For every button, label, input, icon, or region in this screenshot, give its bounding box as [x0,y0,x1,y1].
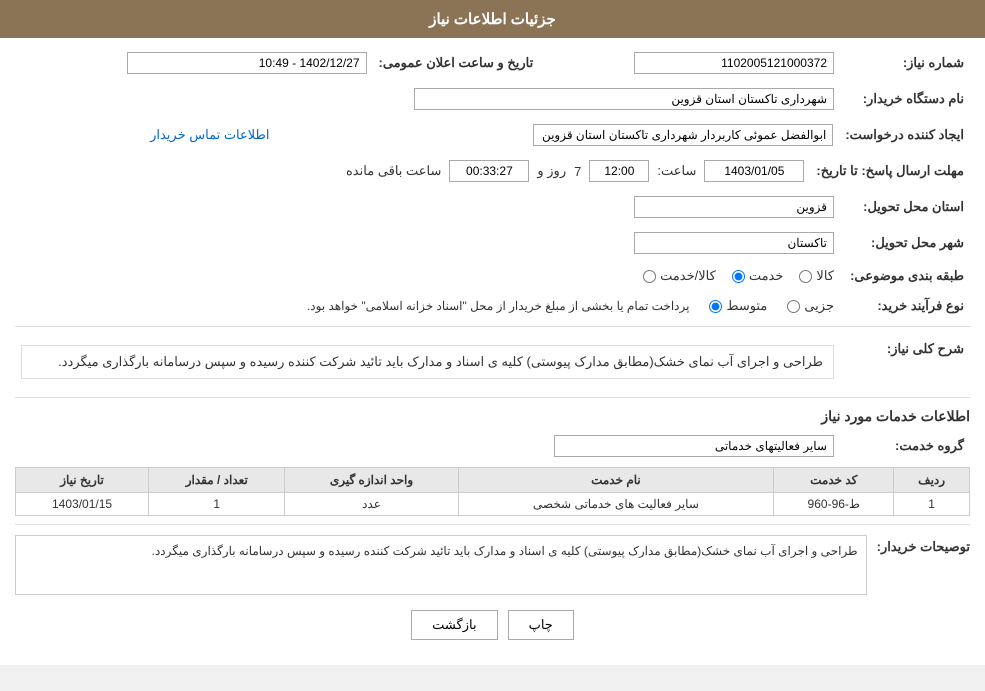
deadline-date-input[interactable] [704,160,804,182]
announcement-input[interactable] [127,52,367,74]
category-goods-text: کالا [816,268,834,284]
category-service-label[interactable]: خدمت [732,268,784,284]
deadline-remaining-label: ساعت باقی مانده [346,163,441,179]
type-medium-label[interactable]: متوسط [709,298,767,314]
buyer-notes-row: توصیحات خریدار: طراحی و اجرای آب نمای خش… [15,535,970,595]
deadline-table: مهلت ارسال پاسخ: تا تاریخ: ساعت: 7 روز و… [15,156,970,186]
type-medium-radio[interactable] [709,300,722,313]
category-goods-service-radio[interactable] [643,270,656,283]
main-content: شماره نیاز: تاریخ و ساعت اعلان عمومی: نا… [0,38,985,665]
page-header: جزئیات اطلاعات نیاز [0,0,985,38]
need-number-cell [539,48,840,78]
description-table: شرح کلی نیاز: طراحی و اجرای آب نمای خشک(… [15,335,970,389]
type-partial-label[interactable]: جزیی [787,298,834,314]
province-label: استان محل تحویل: [840,192,970,222]
deadline-row: ساعت: 7 روز و ساعت باقی مانده [21,160,804,182]
description-box: طراحی و اجرای آب نمای خشک(مطابق مدارک پی… [21,345,834,379]
back-button[interactable]: بازگشت [411,610,497,640]
deadline-days-label: روز و [537,163,566,179]
type-partial-radio[interactable] [787,300,800,313]
creator-cell [280,120,840,150]
cell-unit: عدد [285,493,458,516]
cell-code: ط-96-960 [774,493,894,516]
type-partial-text: جزیی [804,298,834,314]
type-note-text: پرداخت تمام یا بخشی از مبلغ خریدار از مح… [307,299,690,313]
deadline-time-input[interactable] [589,160,649,182]
separator-2 [15,397,970,398]
description-cell: طراحی و اجرای آب نمای خشک(مطابق مدارک پی… [15,335,840,389]
need-number-input[interactable] [634,52,834,74]
buyer-notes-section: توصیحات خریدار: طراحی و اجرای آب نمای خش… [15,535,970,595]
category-label: طبقه بندی موضوعی: [840,264,970,288]
contact-link[interactable]: اطلاعات تماس خریدار [150,127,269,142]
col-header-name: نام خدمت [458,468,774,493]
description-text: طراحی و اجرای آب نمای خشک(مطابق مدارک پی… [58,354,823,369]
col-header-count: تعداد / مقدار [149,468,285,493]
buyer-org-table: نام دستگاه خریدار: [15,84,970,114]
deadline-days-val: 7 [574,164,581,179]
category-service-radio[interactable] [732,270,745,283]
service-group-table: گروه خدمت: [15,431,970,461]
buyer-org-input[interactable] [414,88,834,110]
category-goods-service-label[interactable]: کالا/خدمت [643,268,716,284]
type-cell: جزیی متوسط پرداخت تمام یا بخشی از مبلغ خ… [15,294,840,318]
province-table: استان محل تحویل: [15,192,970,222]
service-group-input[interactable] [554,435,834,457]
city-cell [99,228,840,258]
creator-input[interactable] [533,124,833,146]
services-data-table: ردیف کد خدمت نام خدمت واحد اندازه گیری ت… [15,467,970,516]
buttons-row: بازگشت چاپ [15,610,970,640]
creator-label: ایجاد کننده درخواست: [839,120,970,150]
type-row: جزیی متوسط پرداخت تمام یا بخشی از مبلغ خ… [21,298,834,314]
separator-1 [15,326,970,327]
announcement-cell [15,48,373,78]
cell-row: 1 [894,493,970,516]
city-label: شهر محل تحویل: [840,228,970,258]
type-label: نوع فرآیند خرید: [840,294,970,318]
buyer-notes-text: طراحی و اجرای آب نمای خشک(مطابق مدارک پی… [152,544,858,558]
province-input[interactable] [634,196,834,218]
col-header-row: ردیف [894,468,970,493]
page-title: جزئیات اطلاعات نیاز [429,11,556,28]
deadline-remaining-input[interactable] [449,160,529,182]
category-cell: کالا خدمت کالا/خدمت [15,264,840,288]
category-goods-label[interactable]: کالا [799,268,834,284]
description-label: شرح کلی نیاز: [840,335,970,389]
type-table: نوع فرآیند خرید: جزیی متوسط پرداخت تمام … [15,294,970,318]
announcement-label: تاریخ و ساعت اعلان عمومی: [373,48,540,78]
city-input[interactable] [634,232,834,254]
cell-name: سایر فعالیت های خدماتی شخصی [458,493,774,516]
province-cell [99,192,840,222]
category-goods-service-text: کالا/خدمت [660,268,716,284]
city-table: شهر محل تحویل: [15,228,970,258]
table-row: 1ط-96-960سایر فعالیت های خدماتی شخصیعدد1… [16,493,970,516]
need-number-label: شماره نیاز: [840,48,970,78]
col-header-code: کد خدمت [774,468,894,493]
cell-count: 1 [149,493,285,516]
deadline-time-label: ساعت: [657,163,696,179]
buyer-org-label: نام دستگاه خریدار: [840,84,970,114]
category-service-text: خدمت [749,268,784,284]
cell-date: 1403/01/15 [16,493,149,516]
type-medium-text: متوسط [726,298,767,314]
deadline-cell: ساعت: 7 روز و ساعت باقی مانده [15,156,810,186]
print-button[interactable]: چاپ [508,610,574,640]
service-group-cell [15,431,840,461]
buyer-notes-label: توصیحات خریدار: [877,535,970,555]
deadline-label: مهلت ارسال پاسخ: تا تاریخ: [810,156,970,186]
service-group-label: گروه خدمت: [840,431,970,461]
creator-table: ایجاد کننده درخواست: اطلاعات تماس خریدار [15,120,970,150]
col-header-unit: واحد اندازه گیری [285,468,458,493]
services-section: اطلاعات خدمات مورد نیاز گروه خدمت: ردیف … [15,408,970,516]
buyer-org-cell [58,84,840,114]
category-radio-group: کالا خدمت کالا/خدمت [21,268,834,284]
top-info-table: شماره نیاز: تاریخ و ساعت اعلان عمومی: [15,48,970,78]
category-goods-radio[interactable] [799,270,812,283]
separator-3 [15,524,970,525]
col-header-date: تاریخ نیاز [16,468,149,493]
buyer-notes-box: طراحی و اجرای آب نمای خشک(مطابق مدارک پی… [15,535,867,595]
page-wrapper: جزئیات اطلاعات نیاز شماره نیاز: تاریخ و … [0,0,985,665]
services-title: اطلاعات خدمات مورد نیاز [15,408,970,425]
category-table: طبقه بندی موضوعی: کالا خدمت کالا/خدمت [15,264,970,288]
